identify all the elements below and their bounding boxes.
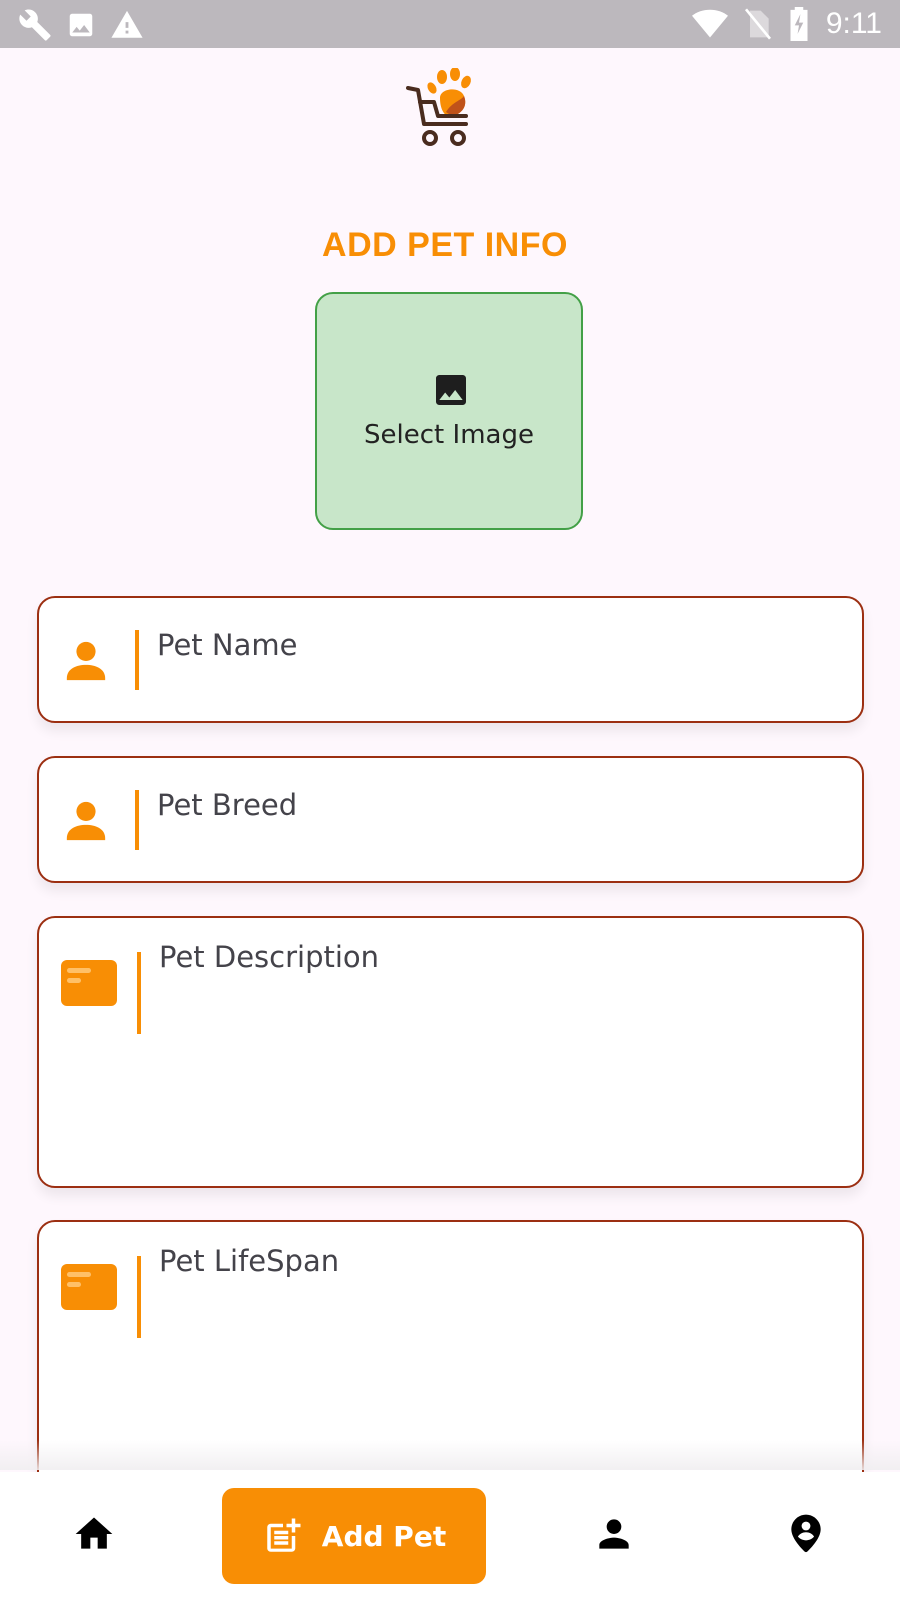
pet-breed-field[interactable]: Pet Breed: [37, 756, 864, 883]
nav-add-pet[interactable]: Add Pet: [222, 1488, 486, 1584]
pet-breed-placeholder: Pet Breed: [157, 788, 298, 822]
page-title: ADD PET INFO: [322, 226, 568, 264]
pet-description-placeholder: Pet Description: [159, 940, 380, 974]
select-image-button[interactable]: Select Image: [315, 292, 583, 530]
pet-name-field[interactable]: Pet Name: [37, 596, 864, 723]
paw-cart-logo: [406, 68, 471, 146]
field-divider: [137, 1256, 141, 1338]
field-divider: [135, 790, 139, 850]
wrench-icon: [19, 9, 51, 41]
field-divider: [137, 952, 141, 1034]
battery-charging-icon: [790, 7, 808, 41]
bottom-nav: Add Pet: [0, 1472, 900, 1600]
bottom-nav-shadow: [0, 1440, 900, 1470]
status-time: 9:11: [825, 7, 882, 40]
nav-profile[interactable]: [592, 1512, 636, 1556]
pet-name-placeholder: Pet Name: [157, 628, 298, 662]
nav-location[interactable]: [784, 1510, 828, 1556]
person-icon: [66, 641, 106, 681]
select-image-label: Select Image: [364, 420, 534, 450]
no-sim-icon: [744, 8, 771, 40]
warning-icon: [111, 10, 143, 38]
image-icon: [436, 375, 466, 405]
nav-add-pet-label: Add Pet: [321, 1519, 447, 1553]
person-icon: [66, 801, 106, 841]
location-person-icon: [791, 1514, 821, 1553]
nav-home[interactable]: [72, 1512, 116, 1556]
card-icon: [61, 1264, 117, 1310]
status-bar: 9:11: [0, 0, 900, 48]
pet-description-field[interactable]: Pet Description: [37, 916, 864, 1188]
image-icon: [69, 13, 93, 37]
pet-lifespan-placeholder: Pet LifeSpan: [159, 1244, 340, 1278]
card-icon: [61, 960, 117, 1006]
field-divider: [135, 630, 139, 690]
post-add-icon: [267, 1518, 301, 1552]
person-icon: [599, 1519, 629, 1549]
wifi-icon: [691, 9, 728, 38]
home-icon: [75, 1517, 113, 1549]
